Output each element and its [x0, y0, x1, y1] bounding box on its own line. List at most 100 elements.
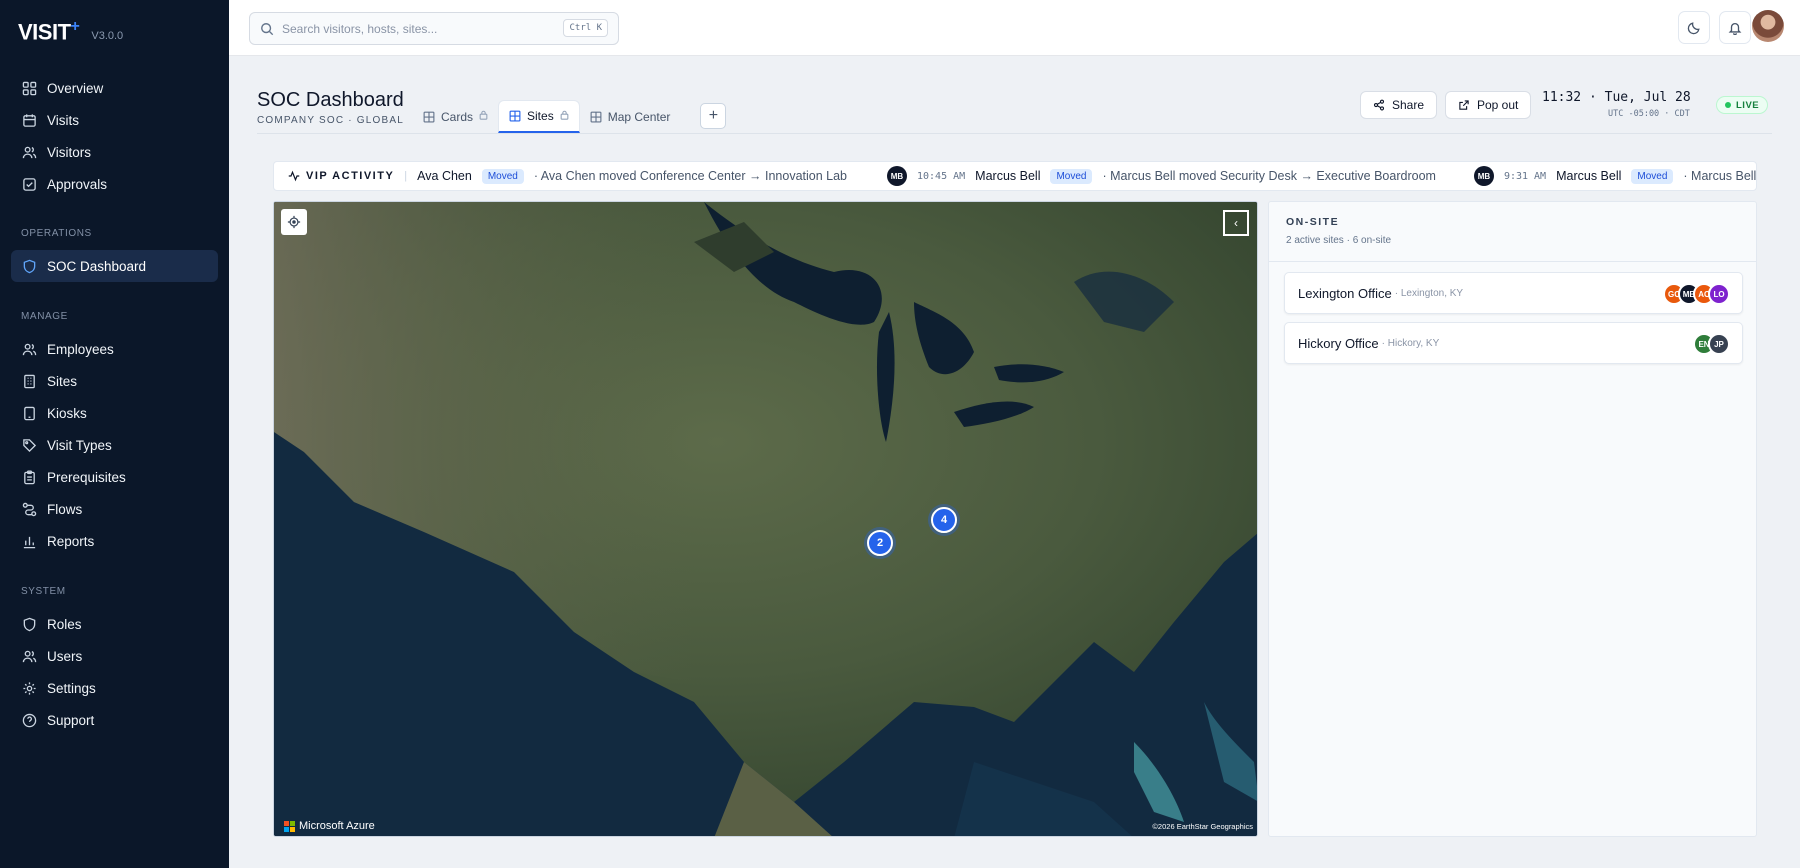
user-avatar[interactable] — [1752, 10, 1784, 42]
collapse-panel-button[interactable]: ‹ — [1223, 210, 1249, 236]
sidebar-item-label: Roles — [47, 616, 82, 632]
map-cluster-marker[interactable]: 2 — [867, 530, 893, 556]
site-name: Hickory Office — [1298, 335, 1379, 351]
sidebar-item-users[interactable]: Users — [11, 640, 218, 672]
sidebar-item-soc-dashboard[interactable]: SOC Dashboard — [11, 250, 218, 282]
sidebar-item-label: Reports — [47, 533, 95, 549]
sidebar-item-label: Approvals — [47, 176, 108, 192]
tab-label: Cards — [441, 109, 474, 124]
timezone: UTC -05:00 · CDT — [1608, 109, 1690, 119]
share-button[interactable]: Share — [1360, 91, 1438, 119]
sidebar-item-prerequisites[interactable]: Prerequisites — [11, 461, 218, 493]
ticker-item[interactable]: MB 9:31 AM Marcus Bell Moved · Marcus Be… — [1473, 166, 1756, 186]
map-copyright: ©2026 EarthStar Geographics — [1152, 822, 1253, 831]
users-icon — [21, 341, 37, 357]
ticker-text: · Marcus Bell moved Security Desk → Exec… — [1102, 169, 1436, 183]
calendar-icon — [21, 112, 37, 128]
pop-out-label: Pop out — [1477, 98, 1519, 112]
route-icon — [21, 501, 37, 517]
sidebar-item-employees[interactable]: Employees — [11, 333, 218, 365]
brand[interactable]: VISIT+ V3.0.0 — [18, 18, 123, 45]
ticker-item[interactable]: Ava Chen Moved · Ava Chen moved Conferen… — [417, 168, 847, 184]
on-site-panel: ON-SITE 2 active sites · 6 on-site Lexin… — [1268, 201, 1757, 837]
sidebar-item-label: Visit Types — [47, 437, 112, 453]
ticker-time: 9:31 AM — [1503, 170, 1547, 182]
version-label: V3.0.0 — [91, 30, 124, 43]
site-card-hickory[interactable]: Hickory Office · Hickory, KY EN JP — [1284, 322, 1743, 364]
theme-toggle-button[interactable] — [1678, 11, 1710, 44]
ticker-badge: Moved — [481, 168, 524, 184]
ticker-name: Marcus Bell — [1556, 169, 1622, 183]
lock-icon — [479, 110, 488, 123]
shield-icon — [21, 258, 37, 274]
panel-summary: 2 active sites · 6 on-site — [1286, 235, 1392, 246]
site-card-lexington[interactable]: Lexington Office · Lexington, KY GC MB A… — [1284, 272, 1743, 314]
lock-icon — [560, 110, 569, 123]
tab-sites[interactable]: Sites — [498, 100, 580, 133]
tablet-icon — [21, 405, 37, 421]
live-badge: LIVE — [1716, 96, 1769, 114]
avatar-stack: EN JP — [1693, 333, 1730, 355]
ticker-fade-divider: | — [404, 170, 408, 182]
gear-icon — [21, 680, 37, 696]
page-title: SOC Dashboard — [257, 89, 404, 111]
sites-map[interactable]: ‹ 2 4 Microsoft Azure ©2026 EarthStar Ge… — [273, 201, 1258, 837]
avatar[interactable]: LO — [1708, 283, 1730, 305]
ticker-avatar: MB — [887, 166, 907, 186]
sidebar-item-approvals[interactable]: Approvals — [11, 168, 218, 200]
locate-button[interactable] — [281, 209, 307, 235]
sidebar-item-label: Visitors — [47, 144, 92, 160]
sidebar-item-label: SOC Dashboard — [47, 258, 147, 274]
tag-icon — [21, 437, 37, 453]
sidebar-item-kiosks[interactable]: Kiosks — [11, 397, 218, 429]
bell-icon — [1728, 21, 1742, 35]
external-link-icon — [1458, 99, 1470, 111]
ticker-text: · Ava Chen moved Conference Center → Inn… — [533, 169, 847, 183]
sidebar-item-label: Support — [47, 712, 95, 728]
ticker-item[interactable]: MB 10:45 AM Marcus Bell Moved · Marcus B… — [887, 166, 1436, 186]
site-location: · Lexington, KY — [1394, 287, 1464, 299]
crosshair-icon — [287, 215, 301, 229]
add-tab-button[interactable]: + — [700, 103, 727, 129]
sidebar-item-label: Settings — [47, 680, 96, 696]
notifications-button[interactable] — [1719, 11, 1751, 44]
top-bar: Search visitors, hosts, sites... Ctrl K — [229, 0, 1800, 56]
sidebar-item-settings[interactable]: Settings — [11, 672, 218, 704]
ticker-avatar: MB — [1473, 166, 1494, 186]
sidebar-item-visitors[interactable]: Visitors — [11, 136, 218, 168]
sidebar-item-reports[interactable]: Reports — [11, 525, 218, 557]
tab-cards[interactable]: Cards — [413, 100, 498, 133]
sidebar-item-visit-types[interactable]: Visit Types — [11, 429, 218, 461]
building-icon — [21, 373, 37, 389]
search-icon — [260, 22, 274, 36]
search-input[interactable]: Search visitors, hosts, sites... Ctrl K — [249, 12, 619, 45]
sidebar-item-label: Employees — [47, 341, 114, 357]
sidebar-item-roles[interactable]: Roles — [11, 608, 218, 640]
avatar[interactable]: JP — [1708, 333, 1730, 355]
share-icon — [1373, 99, 1385, 111]
sidebar-item-support[interactable]: Support — [11, 704, 218, 736]
sidebar-item-sites[interactable]: Sites — [11, 365, 218, 397]
sidebar-item-label: Kiosks — [47, 405, 87, 421]
clock: 11:32 · Tue, Jul 28 — [1542, 90, 1691, 105]
section-system: SYSTEM — [21, 585, 66, 597]
chevron-left-icon: ‹ — [1234, 216, 1238, 230]
users-icon — [21, 144, 37, 160]
sidebar-item-label: Users — [47, 648, 83, 664]
sidebar: VISIT+ V3.0.0 Overview Visits Visitors A… — [0, 0, 229, 868]
brand-logo: VISIT+ — [18, 18, 80, 45]
live-dot — [1725, 102, 1731, 108]
sidebar-item-flows[interactable]: Flows — [11, 493, 218, 525]
ticker-badge: Moved — [1631, 168, 1674, 184]
pop-out-button[interactable]: Pop out — [1445, 91, 1532, 119]
ticker-name: Marcus Bell — [975, 169, 1041, 183]
map-cluster-marker[interactable]: 4 — [931, 507, 957, 533]
activity-icon — [288, 170, 300, 182]
bar-chart-icon — [21, 533, 37, 549]
tab-map-center[interactable]: Map Center — [580, 100, 681, 133]
sidebar-item-visits[interactable]: Visits — [11, 104, 218, 136]
sidebar-item-overview[interactable]: Overview — [11, 72, 218, 104]
section-operations: OPERATIONS — [21, 227, 92, 239]
panel-divider — [1269, 261, 1756, 262]
shield-icon — [21, 616, 37, 632]
